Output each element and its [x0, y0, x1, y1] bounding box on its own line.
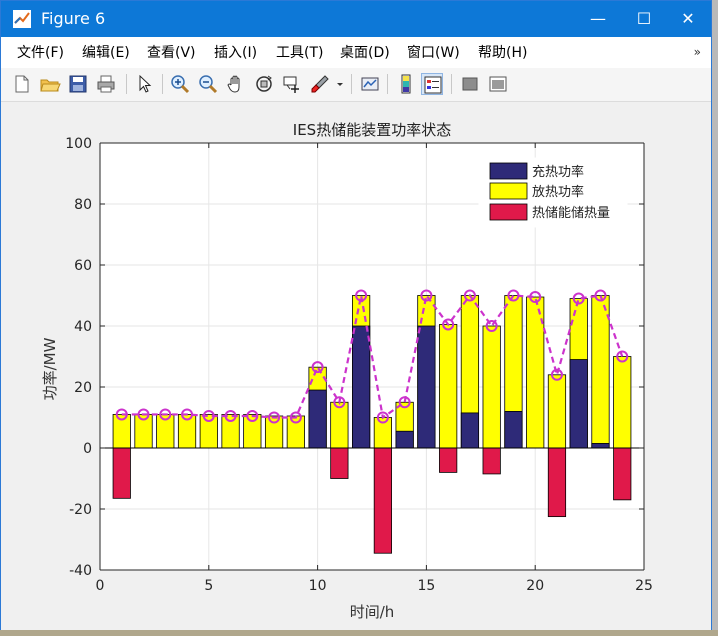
legend-swatch-charge — [489, 162, 528, 180]
bar-discharge — [439, 324, 458, 449]
rotate-3d-icon[interactable] — [253, 73, 275, 95]
y-tick-label: -20 — [69, 502, 92, 518]
minimize-button[interactable]: — — [575, 1, 621, 37]
toolbar-separator — [126, 74, 127, 94]
figure-canvas[interactable]: 0 5 10 15 20 25 -40 -20 0 20 40 60 80 100 IES热储能装置功率状… — [1, 102, 711, 630]
bar-charge — [460, 412, 480, 449]
x-tick-label: 5 — [204, 578, 213, 594]
bar-charge — [417, 325, 436, 449]
menu-view[interactable]: 查看(V) — [147, 44, 196, 62]
zoom-out-icon[interactable] — [197, 73, 219, 95]
matlab-logo-icon — [13, 10, 31, 28]
x-tick-label: 0 — [96, 578, 105, 594]
bar-discharge — [286, 415, 305, 449]
save-icon[interactable] — [67, 73, 89, 95]
menu-bar: 文件(F) 编辑(E) 查看(V) 插入(I) 工具(T) 桌面(D) 窗口(W… — [1, 37, 711, 69]
figure-toolbar — [1, 68, 711, 102]
legend-label-charge: 充热功率 — [532, 164, 584, 180]
menu-desktop[interactable]: 桌面(D) — [340, 44, 390, 62]
open-file-icon[interactable] — [39, 73, 61, 95]
close-button[interactable]: ✕ — [665, 1, 711, 37]
pointer-icon[interactable] — [134, 73, 156, 95]
bar-discharge — [330, 401, 349, 449]
bar-discharge — [221, 414, 240, 449]
y-tick-label: 40 — [74, 319, 92, 335]
legend-icon[interactable] — [421, 73, 443, 95]
data-cursor-icon[interactable] — [281, 73, 303, 95]
bar-charge — [352, 325, 371, 449]
zoom-in-icon[interactable] — [169, 73, 191, 95]
x-tick-label: 10 — [309, 578, 327, 594]
bar-storage — [547, 447, 567, 518]
x-tick-label: 25 — [635, 578, 653, 594]
bar-chart[interactable]: 0 5 10 15 20 25 -40 -20 0 20 40 60 80 100 IES热储能装置功率状… — [1, 102, 711, 630]
bar-charge — [569, 359, 588, 449]
y-tick-label: 20 — [74, 380, 92, 396]
menu-edit[interactable]: 编辑(E) — [82, 44, 130, 62]
menu-tools[interactable]: 工具(T) — [276, 44, 323, 62]
y-tick-label: 0 — [83, 441, 92, 457]
y-tick-label: 80 — [74, 197, 92, 213]
title-bar[interactable]: Figure 6 — ☐ ✕ — [1, 1, 711, 37]
menu-overflow-icon[interactable]: » — [694, 45, 701, 59]
link-plot-icon[interactable] — [359, 73, 381, 95]
bar-discharge — [264, 415, 284, 449]
bar-charge — [591, 443, 610, 449]
bar-storage — [613, 447, 632, 501]
bar-discharge — [547, 374, 567, 449]
figure-window: Figure 6 — ☐ ✕ 文件(F) 编辑(E) 查看(V) 插入(I) 工… — [0, 0, 712, 630]
toolbar-separator — [451, 74, 452, 94]
menu-insert[interactable]: 插入(I) — [214, 44, 257, 62]
legend[interactable]: 充热功率 放热功率 热储能储热量 — [478, 157, 628, 228]
print-icon[interactable] — [95, 73, 117, 95]
y-tick-label: 100 — [65, 136, 92, 152]
window-title: Figure 6 — [41, 9, 106, 28]
bar-storage — [112, 447, 131, 499]
x-tick-label: 15 — [417, 578, 435, 594]
y-axis-label: 功率/MW — [41, 337, 59, 400]
brush-dropdown-icon[interactable] — [335, 73, 345, 95]
bar-discharge — [613, 356, 632, 449]
legend-label-storage: 热储能储热量 — [532, 206, 610, 221]
y-tick-label: 60 — [74, 258, 92, 274]
bar-storage — [373, 447, 392, 554]
bar-discharge — [243, 414, 262, 449]
background-edge-bottom — [0, 630, 718, 636]
bar-storage — [482, 447, 501, 475]
legend-swatch-discharge — [489, 182, 528, 200]
maximize-button[interactable]: ☐ — [621, 1, 667, 37]
bar-discharge — [482, 325, 501, 449]
hide-plot-tools-icon[interactable] — [459, 73, 481, 95]
brush-icon[interactable] — [309, 73, 331, 95]
bar-storage — [439, 447, 458, 473]
bar-storage — [330, 447, 349, 479]
toolbar-separator — [162, 74, 163, 94]
legend-swatch-storage — [489, 203, 528, 221]
bar-discharge — [199, 414, 218, 449]
menu-window[interactable]: 窗口(W) — [407, 44, 460, 62]
menu-file[interactable]: 文件(F) — [17, 44, 64, 62]
bar-charge — [308, 389, 327, 449]
chart-title: IES热储能装置功率状态 — [293, 121, 451, 139]
x-axis-label: 时间/h — [350, 603, 395, 621]
bar-charge — [504, 410, 523, 449]
show-plot-tools-icon[interactable] — [487, 73, 509, 95]
menu-help[interactable]: 帮助(H) — [478, 44, 527, 62]
pan-icon[interactable] — [225, 73, 247, 95]
legend-label-discharge: 放热功率 — [532, 184, 584, 200]
bar-discharge — [591, 295, 610, 449]
y-tick-label: -40 — [69, 563, 92, 579]
colorbar-icon[interactable] — [395, 73, 417, 95]
x-tick-label: 20 — [526, 578, 544, 594]
bar-charge — [395, 430, 414, 449]
toolbar-separator — [387, 74, 388, 94]
new-figure-icon[interactable] — [11, 73, 33, 95]
toolbar-separator — [351, 74, 352, 94]
background-edge-right — [712, 0, 718, 636]
